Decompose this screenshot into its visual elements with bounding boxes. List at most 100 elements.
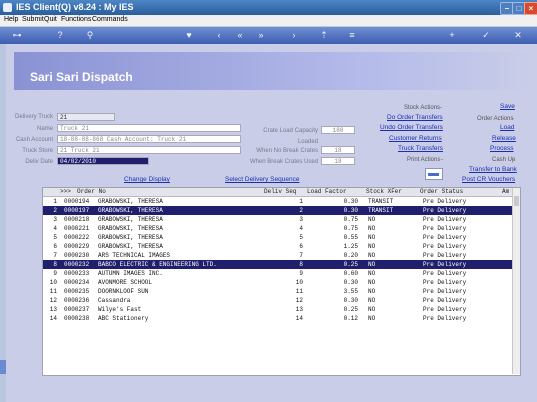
menu-icon[interactable]: ≡ — [346, 30, 358, 41]
crate-load-capacity-label: Crate Load Capacity — [263, 128, 318, 134]
stock-xfer-cell: TRANSIT — [368, 198, 394, 205]
stock-xfer-cell: NO — [368, 306, 376, 313]
customer-name-cell: BABCO ELECTRIC & ENGINEERING LTD. — [98, 261, 217, 268]
header-order-no[interactable]: Order No — [77, 188, 106, 196]
table-row[interactable]: 6 0000229 GRABOWSKI, THERESA 6 1.25 NO Pre Del… — [43, 242, 512, 251]
order-status-cell: Pre Delivery — [423, 279, 467, 286]
truck-store-label: Truck Store — [22, 148, 53, 154]
process-link[interactable]: Process — [490, 145, 513, 152]
when-no-break-crates-field[interactable]: 18 — [321, 146, 355, 154]
row-number-cell: 2 — [53, 207, 57, 214]
load-factor-cell: 0.30 — [343, 207, 358, 214]
order-status-cell: Pre Delivery — [423, 225, 467, 232]
stock-xfer-cell: NO — [368, 279, 376, 286]
customer-returns-link[interactable]: Customer Returns — [389, 135, 442, 142]
post-cr-vouchers-link[interactable]: Post CR Vouchers — [462, 176, 515, 183]
load-factor-cell: 0.30 — [343, 279, 358, 286]
do-order-transfers-link[interactable]: Do Order Transfers — [387, 114, 443, 121]
release-link[interactable]: Release — [492, 135, 516, 142]
stock-xfer-cell: TRANSIT — [368, 207, 394, 214]
truck-store-field[interactable]: 21 Truck 21 — [57, 146, 241, 154]
table-row[interactable]: 4 0000221 GRABOWSKI, THERESA 4 0.75 NO Pre Del… — [43, 224, 512, 233]
load-factor-cell: 0.20 — [343, 252, 358, 259]
table-row[interactable]: 12 0000236 Cassandra 12 0.30 NO Pre Delivery — [43, 296, 512, 305]
table-row[interactable]: 13 0000237 Wilye's Fast 13 0.25 NO Pre Deliver… — [43, 305, 512, 314]
change-display-link[interactable]: Change Display — [124, 176, 170, 183]
menu-commands[interactable]: Commands — [92, 16, 128, 23]
orders-grid[interactable]: >>> Order No Deliv Seq Load Factor Stock… — [42, 187, 521, 376]
header-order-status[interactable]: Order Status — [420, 188, 463, 196]
vertical-scrollbar[interactable] — [512, 188, 520, 374]
window-title: IES Client(Q) v8.24 : My IES — [16, 2, 134, 12]
table-row[interactable]: 8 0000232 BABCO ELECTRIC & ENGINEERING LTD… — [43, 260, 512, 269]
deliv-date-field[interactable]: 04/02/2010 — [57, 157, 149, 165]
select-delivery-sequence-link[interactable]: Select Delivery Sequence — [225, 176, 299, 183]
crate-load-capacity-field[interactable]: 180 — [321, 126, 355, 134]
heart-icon[interactable]: ♥ — [183, 30, 195, 41]
stock-xfer-cell: NO — [368, 315, 376, 322]
forward-icon[interactable]: › — [288, 30, 300, 41]
table-row[interactable]: 2 0000197 GRABOWSKI, THERESA 2 0.30 TRANSIT Pr… — [43, 206, 512, 215]
when-break-crates-used-field[interactable]: 18 — [321, 157, 355, 165]
name-field[interactable]: Truck 21 — [57, 124, 241, 132]
customer-name-cell: GRABOWSKI, THERESA — [98, 216, 163, 223]
load-factor-cell: 1.25 — [343, 243, 358, 250]
save-link[interactable]: Save — [500, 103, 515, 110]
customer-name-cell: GRABOWSKI, THERESA — [98, 207, 163, 214]
title-bar: IES Client(Q) v8.24 : My IES – □ × — [0, 0, 537, 15]
deliv-seq-cell: 9 — [299, 270, 303, 277]
deliv-seq-cell: 10 — [295, 279, 303, 286]
truck-transfers-link[interactable]: Truck Transfers — [398, 145, 443, 152]
header-deliv-seq[interactable]: Deliv Seq — [264, 188, 296, 196]
back-icon[interactable]: ‹ — [213, 30, 225, 41]
add-icon[interactable]: + — [446, 30, 458, 41]
header-load-factor[interactable]: Load Factor — [307, 188, 347, 196]
transfer-to-bank-link[interactable]: Transfer to Bank — [469, 166, 517, 173]
load-factor-cell: 0.30 — [343, 198, 358, 205]
table-row[interactable]: 3 0000218 GRABOWSKI, THERESA 3 0.75 NO Pre Del… — [43, 215, 512, 224]
stock-xfer-cell: NO — [368, 252, 376, 259]
delivery-truck-label: Delivery Truck — [14, 114, 53, 120]
upload-icon[interactable]: ⇡ — [318, 30, 330, 41]
row-number-cell: 1 — [53, 198, 57, 205]
search-icon[interactable]: ⚲ — [84, 30, 96, 41]
menu-submit[interactable]: Submit — [22, 16, 44, 23]
header-marker: >>> — [60, 188, 71, 195]
load-link[interactable]: Load — [500, 124, 514, 131]
cash-account-field[interactable]: 18-88-88-868 Cash Account: Truck 21 — [57, 135, 241, 143]
header-stock-xfer[interactable]: Stock XFer — [366, 188, 402, 196]
close-button[interactable]: × — [524, 2, 537, 15]
menu-functions[interactable]: Functions — [61, 16, 91, 23]
key-icon[interactable]: ⊶ — [6, 30, 28, 41]
order-status-cell: Pre Delivery — [423, 270, 467, 277]
toolbar: ⊶ ? ⚲ ♥ ‹ « » › ⇡ ≡ + ✓ ✕ — [0, 27, 537, 44]
load-factor-cell: 0.30 — [343, 297, 358, 304]
status-strip — [6, 394, 537, 402]
customer-name-cell: AVONMORE SCHOOL — [98, 279, 153, 286]
page-title: Sari Sari Dispatch — [30, 70, 133, 84]
menu-bar: Help Submit Quit Functions Commands — [0, 15, 537, 27]
stock-actions-label: Stock Actions — [404, 105, 441, 111]
printer-icon[interactable] — [425, 168, 443, 180]
header-amount[interactable]: Am — [502, 188, 509, 196]
table-row[interactable]: 10 0000234 AVONMORE SCHOOL 10 0.30 NO Pre Deli… — [43, 278, 512, 287]
stock-xfer-cell: NO — [368, 225, 376, 232]
table-row[interactable]: 9 0000233 AUTUMN IMAGES INC. 9 0.60 NO Pre Del… — [43, 269, 512, 278]
table-row[interactable]: 5 0000222 GRABOWSKI, THERESA 5 0.55 NO Pre Del… — [43, 233, 512, 242]
last-icon[interactable]: » — [255, 30, 267, 41]
table-row[interactable]: 1 0000194 GRABOWSKI, THERESA 1 0.30 TRANSIT Pr… — [43, 197, 512, 206]
load-factor-cell: 0.25 — [343, 261, 358, 268]
help-icon[interactable]: ? — [54, 30, 66, 41]
table-row[interactable]: 14 0000238 ABC Stationery 14 0.12 NO Pre Deliv… — [43, 314, 512, 323]
cancel-icon[interactable]: ✕ — [512, 30, 524, 41]
undo-order-transfers-link[interactable]: Undo Order Transfers — [380, 124, 443, 131]
check-icon[interactable]: ✓ — [480, 30, 492, 41]
table-row[interactable]: 7 0000230 ARS TECHNICAL IMAGES 7 0.20 NO Pre D… — [43, 251, 512, 260]
first-icon[interactable]: « — [234, 30, 246, 41]
menu-help[interactable]: Help — [4, 16, 18, 23]
customer-name-cell: ARS TECHNICAL IMAGES — [98, 252, 171, 259]
delivery-truck-field[interactable]: 21 — [57, 113, 115, 121]
scroll-thumb[interactable] — [514, 196, 519, 206]
table-row[interactable]: 11 0000235 DOORNKLOOF SUN 11 3.55 NO Pre Deliv… — [43, 287, 512, 296]
menu-quit[interactable]: Quit — [44, 16, 57, 23]
